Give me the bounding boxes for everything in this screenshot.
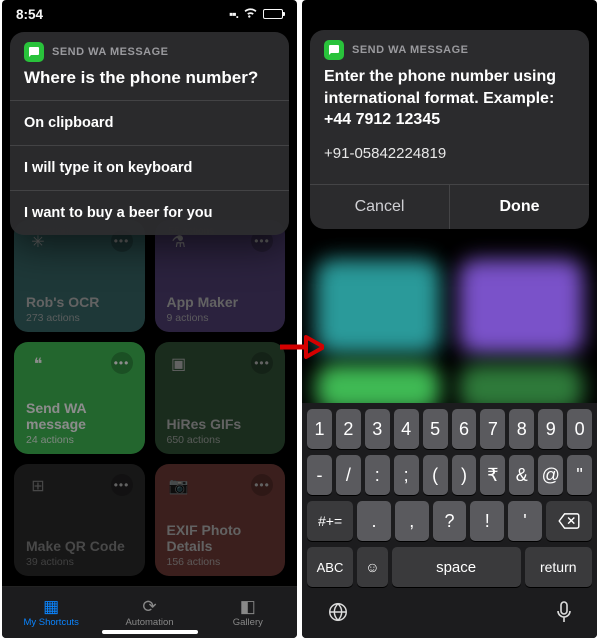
- card-sub: 650 actions: [167, 434, 274, 446]
- key-'[interactable]: ': [508, 501, 542, 541]
- key-;[interactable]: ;: [394, 455, 419, 495]
- cellular-icon: ▪▪.: [229, 7, 238, 21]
- card-title: Rob's OCR: [26, 294, 133, 310]
- key-space[interactable]: space: [392, 547, 521, 587]
- shortcut-card[interactable]: 📷 ••• EXIF Photo Details 156 actions: [155, 464, 286, 576]
- tab-my-shortcuts[interactable]: ▦ My Shortcuts: [2, 587, 100, 638]
- key-1[interactable]: 1: [307, 409, 332, 449]
- whatsapp-icon: [24, 42, 44, 62]
- card-title: App Maker: [167, 294, 274, 310]
- camera-icon: 📷: [167, 474, 191, 498]
- key-:[interactable]: :: [365, 455, 390, 495]
- key-0[interactable]: 0: [567, 409, 592, 449]
- more-icon[interactable]: •••: [251, 352, 273, 374]
- key-"[interactable]: ": [567, 455, 592, 495]
- more-icon[interactable]: •••: [111, 474, 133, 496]
- status-bar: 8:54 ▪▪.: [2, 0, 297, 28]
- tab-label: My Shortcuts: [23, 617, 78, 628]
- more-icon[interactable]: •••: [111, 352, 133, 374]
- sheet-app-name: SEND WA MESSAGE: [52, 46, 169, 58]
- key-&[interactable]: &: [509, 455, 534, 495]
- shortcuts-grid: ✳••• Rob's OCR273 actions ⚗••• App Maker…: [2, 210, 297, 586]
- key-return[interactable]: return: [525, 547, 592, 587]
- key-/[interactable]: /: [336, 455, 361, 495]
- option-clipboard[interactable]: On clipboard: [10, 100, 289, 145]
- battery-icon: [263, 9, 283, 19]
- key-,[interactable]: ,: [395, 501, 429, 541]
- card-title: Send WA message: [26, 400, 133, 432]
- key-3[interactable]: 3: [365, 409, 390, 449]
- input-sheet: SEND WA MESSAGE Enter the phone number u…: [310, 30, 589, 229]
- key-₹[interactable]: ₹: [480, 455, 505, 495]
- card-sub: 39 actions: [26, 556, 133, 568]
- card-title: EXIF Photo Details: [167, 522, 274, 554]
- key-@[interactable]: @: [538, 455, 563, 495]
- sheet-title: Enter the phone number using internation…: [310, 60, 589, 141]
- key-5[interactable]: 5: [423, 409, 448, 449]
- key-.[interactable]: .: [357, 501, 391, 541]
- card-sub: 9 actions: [167, 312, 274, 324]
- option-keyboard[interactable]: I will type it on keyboard: [10, 145, 289, 190]
- status-time: 8:54: [16, 7, 43, 22]
- automation-icon: ⟳: [142, 598, 156, 615]
- key-![interactable]: !: [470, 501, 504, 541]
- key-2[interactable]: 2: [336, 409, 361, 449]
- shortcut-card-send-wa[interactable]: ❝ ••• Send WA message 24 actions: [14, 342, 145, 454]
- key-9[interactable]: 9: [538, 409, 563, 449]
- card-title: Make QR Code: [26, 538, 133, 554]
- tab-label: Gallery: [233, 617, 263, 628]
- globe-icon[interactable]: [327, 601, 349, 629]
- card-sub: 156 actions: [167, 556, 274, 568]
- phone-input[interactable]: +91-05842224819: [310, 141, 589, 184]
- key-backspace[interactable]: [546, 501, 592, 541]
- key--[interactable]: -: [307, 455, 332, 495]
- status-icons: ▪▪.: [229, 7, 283, 21]
- home-indicator[interactable]: [102, 630, 198, 634]
- sheet-title: Where is the phone number?: [10, 62, 289, 100]
- card-title: HiRes GIFs: [167, 416, 274, 432]
- key-)[interactable]: ): [452, 455, 477, 495]
- phone-left: 8:54 ▪▪. ✳••• Rob's OCR273 actions ⚗••• …: [2, 0, 297, 638]
- cancel-button[interactable]: Cancel: [310, 185, 450, 229]
- qr-icon: ⊞: [26, 474, 50, 498]
- done-button[interactable]: Done: [450, 185, 589, 229]
- key-emoji[interactable]: ☺: [357, 547, 388, 587]
- shortcuts-icon: ▦: [43, 598, 59, 615]
- more-icon[interactable]: •••: [251, 474, 273, 496]
- key-abc[interactable]: ABC: [307, 547, 353, 587]
- key-?[interactable]: ?: [433, 501, 467, 541]
- key-7[interactable]: 7: [480, 409, 505, 449]
- quote-icon: ❝: [26, 352, 50, 376]
- card-sub: 273 actions: [26, 312, 133, 324]
- tab-label: Automation: [125, 617, 173, 628]
- tab-gallery[interactable]: ◧ Gallery: [199, 587, 297, 638]
- key-6[interactable]: 6: [452, 409, 477, 449]
- wifi-icon: [243, 7, 258, 21]
- key-([interactable]: (: [423, 455, 448, 495]
- key-8[interactable]: 8: [509, 409, 534, 449]
- option-beer[interactable]: I want to buy a beer for you: [10, 190, 289, 235]
- gallery-icon: ◧: [240, 598, 256, 615]
- arrow-icon: [278, 335, 324, 359]
- shortcut-card[interactable]: ⊞ ••• Make QR Code 39 actions: [14, 464, 145, 576]
- sheet-app-name: SEND WA MESSAGE: [352, 44, 469, 56]
- prompt-sheet: SEND WA MESSAGE Where is the phone numbe…: [10, 32, 289, 235]
- gif-icon: ▣: [167, 352, 191, 376]
- key-4[interactable]: 4: [394, 409, 419, 449]
- mic-icon[interactable]: [556, 601, 572, 629]
- shortcut-card[interactable]: ▣ ••• HiRes GIFs 650 actions: [155, 342, 286, 454]
- phone-right: SEND WA MESSAGE Enter the phone number u…: [302, 0, 597, 638]
- key-shift[interactable]: #+=: [307, 501, 353, 541]
- keyboard: 1234567890 -/:;()₹&@" #+= .,?!' ABC ☺ sp…: [302, 403, 597, 638]
- whatsapp-icon: [324, 40, 344, 60]
- card-sub: 24 actions: [26, 434, 133, 446]
